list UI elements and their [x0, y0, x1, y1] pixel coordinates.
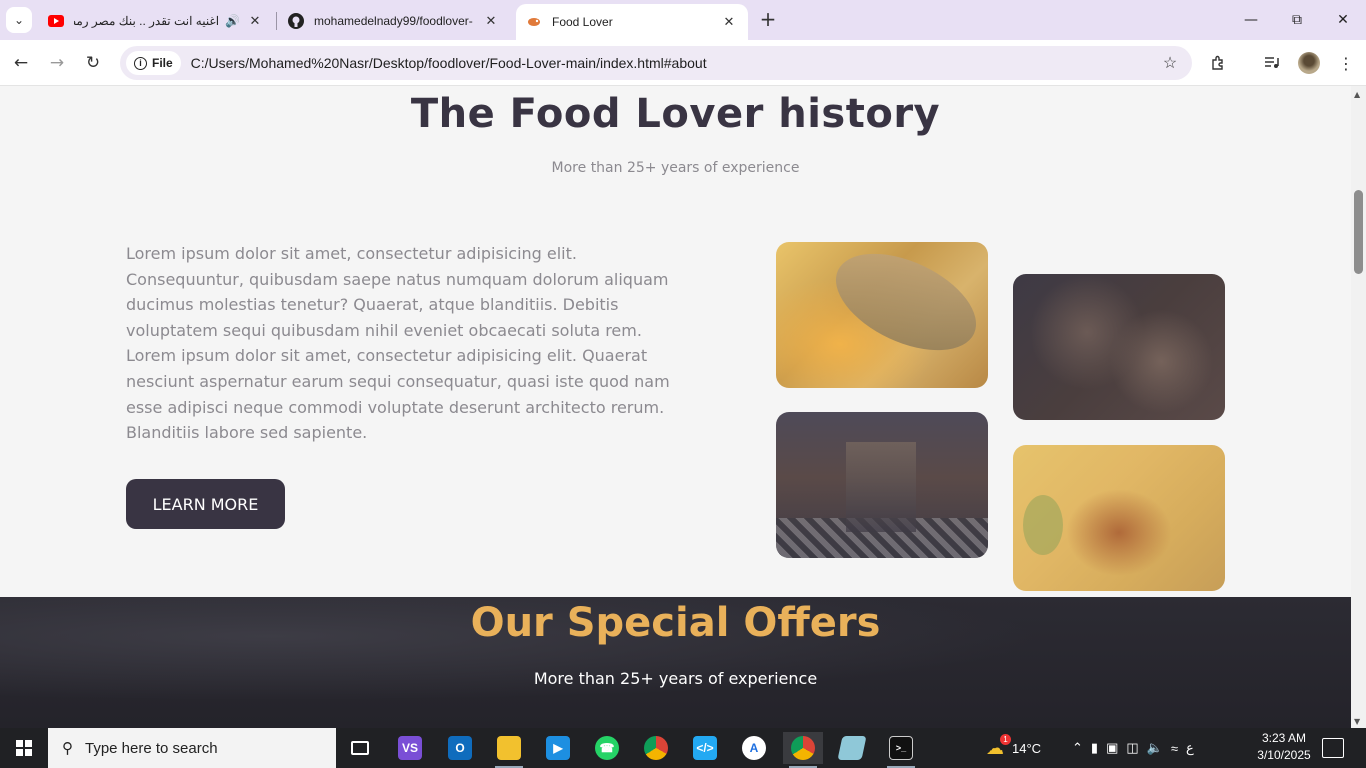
offers-subtitle: More than 25+ years of experience: [533, 669, 818, 688]
minimize-button[interactable]: —: [1228, 0, 1274, 40]
task-view-button[interactable]: [340, 732, 380, 764]
media-player-icon: ▶: [546, 736, 570, 760]
wifi-icon[interactable]: ≈: [1171, 741, 1178, 756]
learn-more-button[interactable]: LEARN MORE: [126, 479, 285, 529]
url-text[interactable]: C:/Users/Mohamed%20Nasr/Desktop/foodlove…: [191, 55, 1156, 71]
tab-search-button[interactable]: ⌄: [6, 7, 32, 33]
about-paragraph: Lorem ipsum dolor sit amet, consectetur …: [126, 244, 669, 340]
task-view-icon: [351, 741, 369, 755]
media-control-icon[interactable]: [1260, 51, 1284, 75]
page-viewport: The Food Lover history More than 25+ yea…: [0, 86, 1351, 728]
page-scrollbar[interactable]: ▲ ▼: [1351, 86, 1366, 728]
tab-github[interactable]: mohamedelnady99/foodlover- ✕: [278, 6, 510, 36]
gallery-image-roast-meat: [776, 242, 988, 388]
scroll-down-arrow-icon[interactable]: ▼: [1354, 717, 1360, 726]
store-a-icon: A: [742, 736, 766, 760]
special-offers-section: Our Special Offers More than 25+ years o…: [0, 597, 1351, 728]
tab-strip: ⌄ اغنيه انت تقدر .. بنك مصر رمضان 🔊 ✕ mo…: [0, 0, 1366, 40]
address-bar[interactable]: i File C:/Users/Mohamed%20Nasr/Desktop/f…: [120, 46, 1192, 80]
chrome-app[interactable]: [636, 732, 676, 764]
notes-icon: [837, 736, 867, 760]
speaker-icon[interactable]: 🔊: [225, 14, 240, 28]
browser-toolbar: ← → ↻ i File C:/Users/Mohamed%20Nasr/Des…: [0, 40, 1366, 86]
about-text: Lorem ipsum dolor sit amet, consectetur …: [126, 241, 674, 446]
about-subtitle: More than 25+ years of experience: [551, 160, 800, 176]
back-button[interactable]: ←: [8, 50, 34, 76]
app-store-app[interactable]: A: [734, 732, 774, 764]
folder-icon: [497, 736, 521, 760]
weather-temp: 14°C: [1012, 740, 1042, 756]
scheme-label: File: [152, 56, 173, 70]
gallery-image-food-platter: [1013, 274, 1225, 420]
scroll-up-arrow-icon[interactable]: ▲: [1354, 90, 1360, 99]
tab-youtube[interactable]: اغنيه انت تقدر .. بنك مصر رمضان 🔊 ✕: [38, 6, 274, 36]
camera-icon[interactable]: ▣: [1106, 740, 1118, 756]
start-button[interactable]: [0, 728, 48, 768]
outlook-app[interactable]: O: [440, 732, 480, 764]
weather-badge: 1: [1000, 733, 1011, 745]
gallery-image-avocado-toast: [1013, 445, 1225, 591]
gallery-image-restaurant-interior: [776, 412, 988, 558]
chrome-icon: [644, 736, 668, 760]
youtube-icon: [48, 13, 64, 29]
profile-avatar[interactable]: [1298, 52, 1320, 74]
tab-title: اغنيه انت تقدر .. بنك مصر رمضان: [74, 14, 220, 28]
extensions-icon[interactable]: [1206, 51, 1230, 75]
visual-studio-app[interactable]: VS: [390, 732, 430, 764]
close-icon[interactable]: ✕: [246, 13, 264, 29]
scrollbar-thumb[interactable]: [1354, 190, 1363, 274]
visual-studio-icon: VS: [398, 736, 422, 760]
more-menu-icon[interactable]: ⋮: [1334, 51, 1358, 75]
volume-icon[interactable]: 🔈: [1147, 740, 1163, 756]
show-hidden-icons-icon[interactable]: ⌃: [1072, 740, 1083, 756]
system-tray: ⌃ ▮ ▣ ◫ 🔈 ≈ ع: [1072, 728, 1194, 768]
outlook-icon: O: [448, 736, 472, 760]
info-icon: i: [134, 56, 147, 70]
clock[interactable]: 3:23 AM 3/10/2025: [1248, 730, 1320, 764]
reload-button[interactable]: ↻: [80, 50, 106, 76]
bookmark-star-icon[interactable]: ☆: [1156, 53, 1184, 73]
search-icon: ⚲: [62, 740, 73, 757]
clock-time: 3:23 AM: [1261, 731, 1307, 745]
food-lover-icon: [526, 14, 542, 30]
forward-button[interactable]: →: [44, 50, 70, 76]
notes-app[interactable]: [832, 732, 872, 764]
whatsapp-icon: ☎: [595, 736, 619, 760]
site-info-chip[interactable]: i File: [126, 51, 181, 75]
chrome-icon: [791, 736, 815, 760]
chrome-active-app[interactable]: [783, 732, 823, 768]
vscode-icon: </>: [693, 736, 717, 760]
file-explorer-app[interactable]: [489, 732, 529, 768]
taskbar-search[interactable]: ⚲ Type here to search: [48, 728, 336, 768]
about-title: The Food Lover history: [410, 91, 941, 137]
input-language[interactable]: ع: [1186, 740, 1194, 756]
tab-food-lover[interactable]: Food Lover ✕: [516, 4, 748, 40]
window-close-button[interactable]: ✕: [1320, 0, 1366, 40]
github-icon: [288, 13, 304, 29]
offers-title: Our Special Offers: [470, 600, 881, 646]
terminal-app[interactable]: >_: [881, 732, 921, 768]
whatsapp-app[interactable]: ☎: [587, 732, 627, 764]
windows-logo-icon: [16, 740, 32, 756]
weather-cloud-icon: ☁ 1: [986, 733, 1011, 759]
new-tab-button[interactable]: +: [756, 8, 780, 32]
close-icon[interactable]: ✕: [720, 14, 738, 30]
restore-button[interactable]: ⧉: [1274, 0, 1320, 40]
battery-icon[interactable]: ▮: [1091, 740, 1098, 756]
vscode-app[interactable]: </>: [685, 732, 725, 764]
search-placeholder: Type here to search: [85, 739, 218, 757]
terminal-icon: >_: [889, 736, 913, 760]
chevron-down-icon: ⌄: [13, 13, 25, 27]
tab-separator: [276, 12, 277, 30]
windows-taskbar: ⚲ Type here to search VS O ▶ ☎ </> A >_ …: [0, 728, 1366, 768]
clock-date: 3/10/2025: [1257, 748, 1311, 762]
tab-title: mohamedelnady99/foodlover-: [314, 14, 473, 28]
about-paragraph: Lorem ipsum dolor sit amet, consectetur …: [126, 346, 670, 443]
tab-title: Food Lover: [552, 15, 613, 29]
notifications-icon[interactable]: [1322, 738, 1344, 758]
network-icon[interactable]: ◫: [1126, 740, 1138, 756]
weather-widget[interactable]: ☁ 1 14°C: [986, 728, 1041, 768]
media-player-app[interactable]: ▶: [538, 732, 578, 764]
close-icon[interactable]: ✕: [482, 13, 500, 29]
